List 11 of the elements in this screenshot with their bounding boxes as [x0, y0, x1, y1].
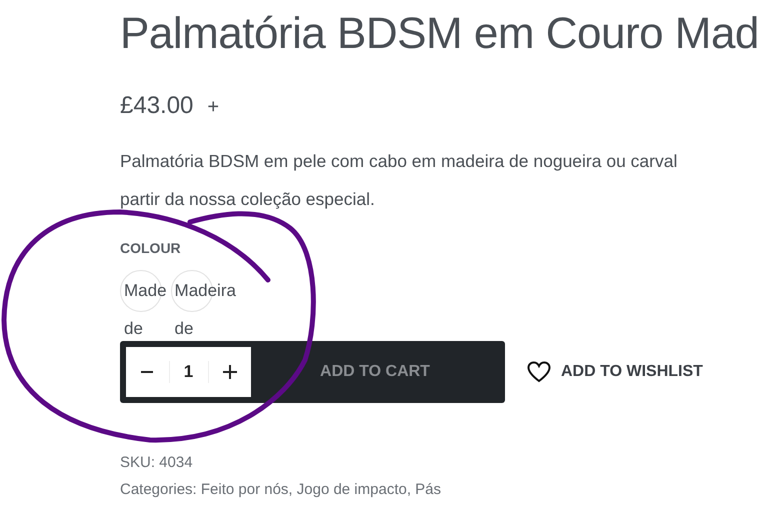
colour-label: COLOUR: [120, 240, 182, 256]
product-title: Palmatória BDSM em Couro Mad: [120, 8, 760, 60]
price-suffix: +: [207, 96, 220, 119]
wishlist-button[interactable]: ADD TO WISHLIST: [527, 361, 703, 383]
price: £43.00: [120, 92, 194, 120]
sku-text: SKU: 4034: [120, 453, 194, 473]
categories-text: Categories: Feito por nós, Jogo de impacto, Pás: [120, 480, 442, 500]
quantity-field[interactable]: 1: [168, 361, 208, 383]
heart-icon: [527, 361, 551, 383]
description-line: Palmatória BDSM em pele com cabo em madeira de nogueira ou carval: [120, 150, 678, 173]
description-line: partir da nossa coleção especial.: [120, 188, 376, 211]
